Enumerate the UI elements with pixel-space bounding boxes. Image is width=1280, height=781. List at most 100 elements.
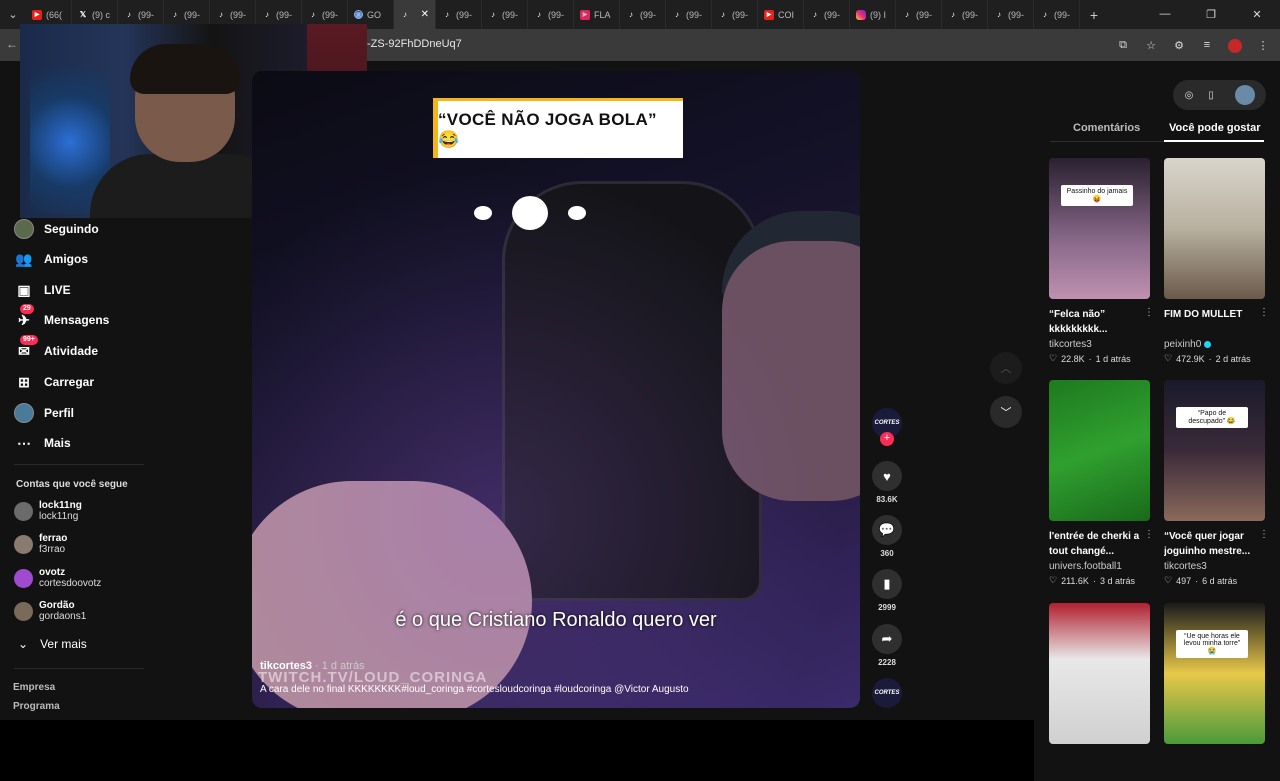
recommended-video-card[interactable]: Passinho do jamais 😝 “Felca não” kkkkkkkk… xyxy=(1049,158,1154,364)
video-thumbnail[interactable] xyxy=(1049,380,1150,521)
like-button[interactable]: ♥ 83.6K xyxy=(871,461,903,504)
video-thumbnail[interactable]: “Ue que horas ele levou minha torre” 😭 xyxy=(1164,603,1265,744)
compass-icon[interactable]: ◎ xyxy=(1183,89,1195,101)
minimize-icon[interactable]: — xyxy=(1142,8,1188,21)
card-author[interactable]: tikcortes3 xyxy=(1049,339,1150,350)
recommended-video-card[interactable]: “Papo de descupado” 😂 “Você quer jogar jo… xyxy=(1164,380,1269,586)
maximize-icon[interactable]: ❐ xyxy=(1188,8,1234,21)
sidebar-item-label: Atividade xyxy=(44,344,99,358)
active-tab[interactable]: ♪ ✕ xyxy=(394,0,436,29)
browser-tab[interactable]: ♪ (99- xyxy=(988,0,1034,29)
tab-you-may-like[interactable]: Você pode gostar xyxy=(1169,122,1260,134)
music-disc[interactable]: CORTES xyxy=(871,678,903,708)
sidebar-item-profile[interactable]: Perfil xyxy=(14,401,74,425)
chevron-up-icon: ︿ xyxy=(1000,363,1012,375)
comment-button[interactable]: 💬 360 xyxy=(871,515,903,558)
video-thumbnail[interactable] xyxy=(1049,603,1150,744)
card-more-icon[interactable]: ⋮ xyxy=(1259,307,1269,318)
browser-menu-icon[interactable]: ⋮ xyxy=(1254,36,1272,54)
live-icon: ▣ xyxy=(17,281,31,298)
save-button[interactable]: ▮ 2999 xyxy=(871,569,903,612)
url-text[interactable]: -ZS-92FhDDneUq7 xyxy=(367,38,462,50)
video-caption-box: “VOCÊ NÃO JOGA BOLA” 😂 xyxy=(433,98,683,158)
sidebar-item-live[interactable]: ▣ LIVE xyxy=(14,278,70,302)
close-window-icon[interactable]: ✕ xyxy=(1234,8,1280,21)
account-handle: gordaons1 xyxy=(39,611,87,622)
profile-icon[interactable] xyxy=(1226,36,1244,54)
card-title[interactable]: l'entrée de cherki a tout changé... xyxy=(1049,529,1150,559)
tab-close-icon[interactable]: ✕ xyxy=(421,9,429,20)
video-thumbnail[interactable]: Passinho do jamais 😝 xyxy=(1049,158,1150,299)
browser-tab[interactable]: ♪ (99- xyxy=(482,0,528,29)
account-text: ovotz cortesdoovotz xyxy=(39,567,101,589)
tab-label: (99- xyxy=(1008,9,1025,20)
footer-link-company[interactable]: Empresa xyxy=(13,682,55,693)
followed-account[interactable]: ferrao f3rrao xyxy=(14,533,67,555)
video-thumbnail[interactable] xyxy=(1164,158,1265,299)
card-author[interactable]: tikcortes3 xyxy=(1164,561,1265,572)
user-avatar[interactable] xyxy=(1235,85,1255,105)
browser-tab[interactable]: ♪ (99- xyxy=(620,0,666,29)
browser-tab[interactable]: ♪ (99- xyxy=(942,0,988,29)
card-author[interactable]: univers.football1 xyxy=(1049,561,1150,572)
card-more-icon[interactable]: ⋮ xyxy=(1259,529,1269,540)
share-arrow-icon: ➦ xyxy=(872,624,902,654)
extensions-icon[interactable]: ⚙ xyxy=(1170,36,1188,54)
tab-comments[interactable]: Comentários xyxy=(1073,122,1140,134)
share-button[interactable]: ➦ 2228 xyxy=(871,624,903,667)
cast-icon[interactable]: ⧉ xyxy=(1114,36,1132,54)
sidebar-item-following[interactable]: Seguindo xyxy=(14,217,99,241)
recommended-video-card[interactable]: “Ue que horas ele levou minha torre” 😭 xyxy=(1164,603,1265,744)
creator-avatar[interactable]: CORTES + xyxy=(871,408,903,446)
card-title[interactable]: “Felca não” kkkkkkkkk... xyxy=(1049,307,1150,337)
browser-tab[interactable]: ♪ (99- xyxy=(528,0,574,29)
video-player[interactable]: “VOCÊ NÃO JOGA BOLA” 😂 é o que Cristiano… xyxy=(252,71,860,708)
sidebar-item-upload[interactable]: ⊞ Carregar xyxy=(14,370,94,394)
followed-account[interactable]: ovotz cortesdoovotz xyxy=(14,567,101,589)
browser-tab[interactable]: ♪ (99- xyxy=(804,0,850,29)
previous-video-button[interactable]: ︿ xyxy=(990,352,1022,384)
browser-tab[interactable]: ♪ (99- xyxy=(1034,0,1080,29)
follow-plus-icon[interactable]: + xyxy=(880,432,894,446)
see-more-label: Ver mais xyxy=(40,637,87,651)
share-count: 2228 xyxy=(878,658,896,667)
sidebar-item-more[interactable]: ⋯ Mais xyxy=(14,431,71,455)
phone-icon[interactable]: ▯ xyxy=(1205,89,1217,101)
sidebar-item-activity[interactable]: ✉ 99+ Atividade xyxy=(14,335,99,363)
tiktok-favicon-icon: ♪ xyxy=(813,10,817,19)
recommended-video-card[interactable]: l'entrée de cherki a tout changé... ⋮ univ… xyxy=(1049,380,1154,586)
notification-badge: 29 xyxy=(20,304,34,314)
media-control-icon[interactable]: ≡ xyxy=(1198,36,1216,54)
browser-tab[interactable]: ♪ (99- xyxy=(896,0,942,29)
recommended-video-card[interactable] xyxy=(1049,603,1150,744)
card-more-icon[interactable]: ⋮ xyxy=(1144,307,1154,318)
followed-account[interactable]: Gordão gordaons1 xyxy=(14,600,86,622)
card-title[interactable]: “Você quer jogar joguinho mestre... xyxy=(1164,529,1265,559)
see-more-button[interactable]: ⌄ Ver mais xyxy=(18,637,87,651)
browser-tab[interactable]: ♪ (99- xyxy=(666,0,712,29)
video-author-name[interactable]: tikcortes3 xyxy=(260,660,312,672)
browser-tab[interactable]: ♪ (99- xyxy=(712,0,758,29)
browser-tab[interactable]: ▶ FLA xyxy=(574,0,620,29)
sidebar-item-friends[interactable]: 👥 Amigos xyxy=(14,247,88,271)
card-title[interactable]: FIM DO MULLET xyxy=(1164,307,1265,337)
followed-account[interactable]: lock11ng lock11ng xyxy=(14,500,82,522)
next-video-button[interactable]: ﹀ xyxy=(990,396,1022,428)
tiktok-favicon-icon: ♪ xyxy=(491,10,495,19)
browser-tab[interactable]: (9) I xyxy=(850,0,896,29)
bookmark-star-icon[interactable]: ☆ xyxy=(1142,36,1160,54)
tab-label: (99- xyxy=(962,9,979,20)
card-meta: ♡ 22.8K · 1 d atrás xyxy=(1049,353,1150,364)
sidebar-item-messages[interactable]: ✈ 29 Mensagens xyxy=(14,304,109,332)
recommended-video-card[interactable]: FIM DO MULLET ⋮ peixinh0 ♡ 472.9K · 2 d atrás xyxy=(1164,158,1269,364)
footer-link-program[interactable]: Programa xyxy=(13,701,60,712)
video-thumbnail[interactable]: “Papo de descupado” 😂 xyxy=(1164,380,1265,521)
new-tab-button[interactable]: + xyxy=(1080,7,1108,23)
card-more-icon[interactable]: ⋮ xyxy=(1144,529,1154,540)
browser-tab[interactable]: ▶ COI xyxy=(758,0,804,29)
heart-outline-icon: ♡ xyxy=(1049,353,1058,363)
browser-tab[interactable]: ♪ (99- xyxy=(436,0,482,29)
card-author[interactable]: peixinh0 xyxy=(1164,339,1265,350)
back-icon[interactable]: ← xyxy=(6,37,18,51)
video-author[interactable]: tikcortes3 · 1 d atrás xyxy=(260,660,365,672)
